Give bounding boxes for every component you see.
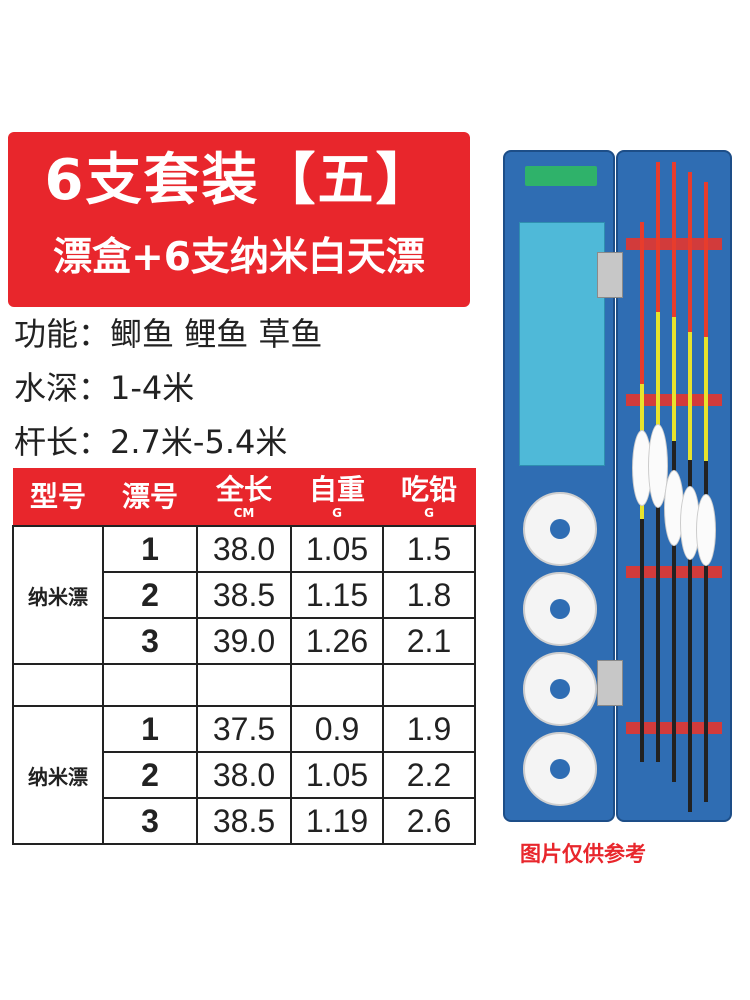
spec-label: 功能： [14,315,111,353]
line-spool [523,652,597,726]
float-box-right-panel [616,150,732,822]
length-cell: 39.0 [196,617,292,665]
weight-cell: 1.19 [290,797,384,845]
type-cell: 纳米漂 [12,705,104,845]
index-cell: 1 [102,525,198,573]
length-cell: 37.5 [196,705,292,753]
header-index: 漂号 [102,468,198,527]
banner-title: 6支套装【五】 [44,148,434,213]
lead-cell: 2.1 [382,617,476,665]
float-stick [704,182,708,802]
index-cell: 2 [102,751,198,799]
type-cell: 纳米漂 [12,525,104,665]
index-cell: 1 [102,705,198,753]
table-row: 纳米漂 1 37.5 0.9 1.9 [12,705,476,845]
empty-cell [382,663,476,707]
spec-table: 型号 漂号 全长 CM 自重 G 吃铅 G 纳米漂 1 38.0 1.05 1.5 2… [12,468,476,845]
header-length: 全长 CM [196,468,292,527]
empty-cell [290,663,384,707]
weight-cell: 0.9 [290,705,384,753]
lead-cell: 2.6 [382,797,476,845]
spec-water-depth: 水深：1-4米 [14,366,194,410]
empty-cell [196,663,292,707]
header-weight: 自重 G [290,468,384,527]
header-lead: 吃铅 G [382,468,476,527]
empty-cell [102,663,198,707]
spec-label: 杆长： [14,423,111,461]
line-spool [523,732,597,806]
float-box-left-panel [503,150,615,822]
float-body [696,494,716,566]
lead-cell: 1.8 [382,571,476,619]
length-cell: 38.5 [196,797,292,845]
length-cell: 38.5 [196,571,292,619]
length-cell: 38.0 [196,751,292,799]
weight-cell: 1.26 [290,617,384,665]
line-spool [523,572,597,646]
spec-value: 鲫鱼 鲤鱼 草鱼 [110,315,323,353]
table-gap-row [12,663,476,707]
spec-label: 水深： [14,369,111,407]
table-row: 纳米漂 1 38.0 1.05 1.5 [12,525,476,665]
weight-cell: 1.05 [290,751,384,799]
table-header-row: 型号 漂号 全长 CM 自重 G 吃铅 G [12,468,476,527]
reference-note: 图片仅供参考 [520,842,646,866]
lead-cell: 1.5 [382,525,476,573]
weight-cell: 1.05 [290,525,384,573]
length-cell: 38.0 [196,525,292,573]
box-hinge [597,252,623,298]
lead-cell: 2.2 [382,751,476,799]
lead-cell: 1.9 [382,705,476,753]
spec-value: 1-4米 [110,369,195,407]
header-type: 型号 [12,468,104,527]
box-hinge [597,660,623,706]
spec-function: 功能：鲫鱼 鲤鱼 草鱼 [14,312,322,356]
sponge-pad [519,222,605,466]
line-spool [523,492,597,566]
green-clip-strip [525,166,597,186]
spec-value: 2.7米-5.4米 [110,423,288,461]
banner-subtitle: 漂盒+6支纳米白天漂 [53,235,425,280]
index-cell: 2 [102,571,198,619]
title-banner: 6支套装【五】 漂盒+6支纳米白天漂 [8,132,470,307]
index-cell: 3 [102,797,198,845]
spec-rod-length: 杆长：2.7米-5.4米 [14,420,287,464]
empty-cell [12,663,104,707]
weight-cell: 1.15 [290,571,384,619]
index-cell: 3 [102,617,198,665]
